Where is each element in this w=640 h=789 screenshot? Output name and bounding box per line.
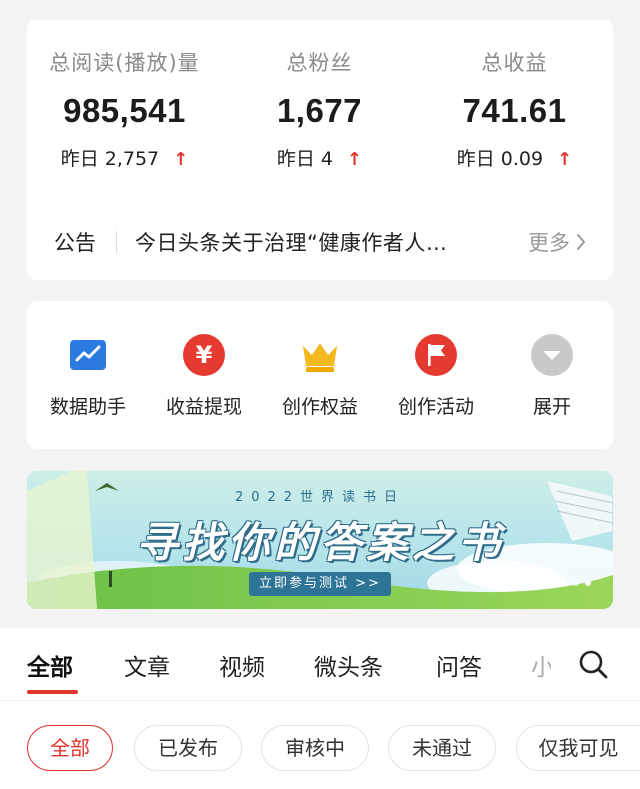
arrow-up-icon: ↑	[557, 149, 573, 170]
tool-label: 创作活动	[397, 396, 474, 418]
tab-qa[interactable]: 问答	[436, 648, 482, 682]
chevron-right-icon	[577, 234, 585, 250]
chevron-down-icon	[531, 334, 573, 376]
active-tab-indicator	[27, 690, 78, 694]
carousel-dot	[573, 580, 579, 586]
banner-subtitle: 2022世界读书日	[234, 490, 406, 505]
stat-yesterday: 昨日 2,757 ↑	[27, 144, 222, 171]
tab-more-partial[interactable]: 小	[531, 648, 551, 682]
status-filter-bar: 全部 已发布 审核中 未通过 仅我可见	[0, 700, 640, 789]
tool-label: 收益提现	[165, 396, 242, 418]
chart-icon	[70, 340, 106, 370]
stat-yesterday: 昨日 4 ↑	[222, 144, 417, 171]
tool-creator-activity[interactable]: 创作活动	[378, 333, 494, 418]
filter-under-review[interactable]: 审核中	[261, 725, 369, 771]
arrow-up-icon: ↑	[347, 149, 363, 170]
stat-value: 1,677	[276, 92, 363, 129]
carousel-dot	[549, 580, 555, 586]
filter-published[interactable]: 已发布	[134, 725, 242, 771]
stats-card: 总阅读(播放)量 985,541 昨日 2,757 ↑ 总粉丝 1,677 昨日…	[27, 20, 613, 280]
yesterday-label: 昨日	[276, 148, 315, 170]
yesterday-value: 4	[320, 148, 333, 170]
notice-bar[interactable]: 公告 今日头条关于治理“健康作者人… 更多	[54, 225, 586, 259]
yesterday-value: 0.09	[500, 148, 544, 170]
banner-title: 寻找你的答案之书	[135, 518, 504, 567]
stat-label: 总粉丝	[286, 51, 353, 75]
notice-text[interactable]: 今日头条关于治理“健康作者人…	[135, 227, 498, 257]
notice-more-label: 更多	[528, 231, 570, 255]
stat-label: 总阅读(播放)量	[49, 51, 200, 75]
flag-icon	[415, 334, 457, 376]
notice-divider	[116, 231, 117, 253]
tab-micro-posts[interactable]: 微头条	[314, 648, 383, 682]
tool-label: 数据助手	[49, 396, 126, 418]
notice-more-link[interactable]: 更多	[528, 227, 586, 257]
promo-banner[interactable]: 2022世界读书日 寻找你的答案之书 立即参与测试 >>	[27, 471, 613, 609]
stat-value: 985,541	[63, 92, 186, 129]
yesterday-label: 昨日	[60, 148, 99, 170]
tool-creator-rights[interactable]: 创作权益	[262, 333, 378, 418]
crown-icon	[303, 343, 337, 372]
filter-rejected[interactable]: 未通过	[388, 725, 496, 771]
notice-title: 公告	[54, 231, 96, 255]
svg-text:¥: ¥	[196, 341, 213, 369]
tool-income-withdraw[interactable]: ¥ 收益提现	[146, 333, 262, 418]
stat-label: 总收益	[481, 51, 548, 75]
carousel-indicator	[549, 580, 591, 586]
yuan-icon: ¥	[183, 334, 225, 376]
filter-all[interactable]: 全部	[27, 725, 113, 771]
tab-articles[interactable]: 文章	[124, 648, 170, 682]
stat-yesterday: 昨日 0.09 ↑	[417, 144, 612, 171]
tab-all[interactable]: 全部	[27, 648, 73, 682]
yesterday-label: 昨日	[456, 148, 495, 170]
tool-label: 创作权益	[281, 396, 358, 418]
stat-value: 741.61	[462, 92, 567, 129]
tool-label: 展开	[532, 396, 571, 418]
banner-cta-button[interactable]: 立即参与测试 >>	[249, 572, 391, 596]
carousel-dot	[561, 580, 567, 586]
tool-expand[interactable]: 展开	[494, 333, 610, 418]
yesterday-value: 2,757	[104, 148, 160, 170]
tab-videos[interactable]: 视频	[219, 648, 265, 682]
arrow-up-icon: ↑	[173, 149, 189, 170]
carousel-dot-active	[585, 580, 591, 586]
content-tab-bar: 全部 文章 视频 微头条 问答 小	[0, 628, 640, 700]
search-icon[interactable]	[578, 649, 608, 679]
filter-private[interactable]: 仅我可见	[516, 725, 640, 771]
tools-card: 数据助手 ¥ 收益提现 创作权益 创作活动 展开	[27, 301, 613, 449]
tool-data-assistant[interactable]: 数据助手	[30, 333, 146, 418]
